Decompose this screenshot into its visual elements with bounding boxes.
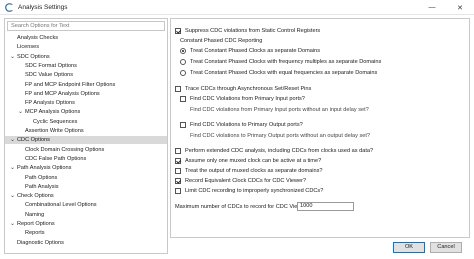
search-input[interactable]	[7, 21, 165, 31]
tree-item-label: Combinational Level Options	[25, 202, 97, 209]
tree-item[interactable]: Path Options	[5, 174, 167, 182]
tree-item-label: Clock Domain Crossing Options	[25, 146, 105, 153]
assume-one-muxed-label: Assume only one muxed clock can be activ…	[185, 158, 322, 164]
chevron-down-icon[interactable]: ⌄	[9, 192, 16, 200]
tree-item[interactable]: ⌄ SDC Options	[5, 53, 167, 61]
minimize-button[interactable]: —	[424, 2, 440, 13]
tree-item[interactable]: Cyclic Sequences	[5, 118, 167, 126]
trace-cdcs-label: Trace CDCs through Asynchronous Set/Rese…	[185, 86, 312, 92]
tree-item[interactable]: Path Analysis	[5, 183, 167, 191]
tree-item[interactable]: Clock Domain Crossing Options	[5, 146, 167, 154]
treat-muxed-checkbox[interactable]	[175, 168, 181, 174]
tree-item-label: SDC Value Options	[25, 72, 74, 79]
tree-item[interactable]: ⌄ Check Options	[5, 192, 167, 200]
tree-item[interactable]: SDC Format Options	[5, 62, 167, 70]
treat-muxed-label: Treat the output of muxed clocks as sepa…	[185, 168, 323, 174]
tree-item-label: SDC Options	[17, 53, 50, 60]
options-tree-panel: Analysis ChecksLicenses⌄SDC OptionsSDC F…	[4, 18, 168, 254]
ok-button[interactable]: OK	[393, 242, 425, 253]
tree-item[interactable]: FP and MCP Endpoint Filter Options	[5, 81, 167, 89]
input-ports-note: Find CDC violations from Primary Input p…	[190, 107, 369, 113]
radio-label-2: Treat Constant Phased Clocks with freque…	[190, 59, 382, 65]
tree-item-label: Check Options	[17, 193, 54, 200]
tree-item[interactable]: ⌄ Path Analysis Options	[5, 164, 167, 172]
suppress-cdc-label: Suppress CDC violations from Static Cont…	[185, 28, 321, 34]
radio-label-1: Treat Constant Phased Clocks as separate…	[190, 48, 321, 54]
tree-item-label: CDC False Path Options	[25, 155, 87, 162]
radio-button-2[interactable]	[180, 59, 186, 65]
chevron-down-icon[interactable]: ⌄	[9, 164, 16, 172]
tree-item-label: Licenses	[17, 44, 40, 51]
tree-item[interactable]: Diagnostic Options	[5, 239, 167, 247]
tree-item-label: Naming	[25, 211, 45, 218]
cancel-button[interactable]: Cancel	[430, 242, 462, 253]
chevron-down-icon[interactable]: ⌄	[9, 53, 16, 61]
find-output-ports-checkbox[interactable]	[180, 122, 186, 128]
chevron-down-icon[interactable]: ⌄	[9, 220, 16, 228]
extended-cdc-label: Perform extended CDC analysis, including…	[185, 148, 374, 154]
find-input-ports-checkbox[interactable]	[180, 96, 186, 102]
max-cdcs-input[interactable]: 1000	[297, 202, 354, 211]
tree-item[interactable]: Assertion Write Options	[5, 127, 167, 135]
radio-button-1[interactable]	[180, 48, 186, 54]
app-logo-icon	[5, 3, 14, 12]
tree-item-label: FP Analysis Options	[25, 100, 75, 107]
window-title: Analysis Settings	[18, 4, 68, 11]
tree-item[interactable]: FP and MCP Analysis Options	[5, 90, 167, 98]
tree-item-label: SDC Format Options	[25, 62, 77, 69]
output-ports-note: Find CDC violations to Primary Output po…	[190, 133, 371, 139]
tree-item[interactable]: ⌄ Report Options	[5, 220, 167, 228]
max-cdcs-label: Maximum number of CDCs to record for CDC…	[175, 204, 308, 210]
tree-item[interactable]: Combinational Level Options	[5, 201, 167, 209]
tree-item-label: Analysis Checks	[17, 35, 59, 41]
trace-cdcs-checkbox[interactable]	[175, 86, 181, 92]
tree-item-label: Diagnostic Options	[17, 239, 64, 246]
tree-item-label: Cyclic Sequences	[33, 118, 78, 125]
settings-panel: Suppress CDC violations from Static Cont…	[170, 18, 470, 238]
find-input-ports-label: Find CDC Violations from Primary Input p…	[190, 96, 305, 102]
tree-item[interactable]: Naming	[5, 211, 167, 219]
tree-item[interactable]: CDC False Path Options	[5, 155, 167, 163]
record-equivalent-checkbox[interactable]	[175, 178, 181, 184]
tree-item-label: MCP Analysis Options	[25, 109, 81, 116]
title-bar: Analysis Settings — ✕	[0, 0, 474, 15]
tree-item-label: Assertion Write Options	[25, 128, 84, 134]
extended-cdc-checkbox[interactable]	[175, 148, 181, 154]
radio-label-3: Treat Constant Phased Clocks with equal …	[190, 70, 378, 76]
limit-cdc-label: Limit CDC recording to improperly synchr…	[185, 188, 324, 194]
tree-item-label: FP and MCP Analysis Options	[25, 90, 100, 97]
tree-item-label: CDC Options	[17, 137, 50, 144]
tree-item[interactable]: Reports	[5, 229, 167, 237]
tree-item[interactable]: Licenses	[5, 43, 167, 51]
tree-item[interactable]: Analysis Checks	[5, 34, 167, 42]
record-equivalent-label: Record Equivalent Clock CDCs for CDC Vie…	[185, 178, 307, 184]
suppress-cdc-checkbox[interactable]	[175, 28, 181, 34]
chevron-down-icon[interactable]: ⌄	[17, 108, 24, 116]
tree-item-label: Reports	[25, 230, 45, 237]
tree-item[interactable]: ⌄ MCP Analysis Options	[5, 108, 167, 116]
tree-item[interactable]: ⌄ CDC Options	[5, 136, 167, 145]
chevron-down-icon[interactable]: ⌄	[9, 136, 16, 144]
radio-button-3[interactable]	[180, 70, 186, 76]
assume-one-muxed-checkbox[interactable]	[175, 158, 181, 164]
limit-cdc-checkbox[interactable]	[175, 188, 181, 194]
find-output-ports-label: Find CDC Violations to Primary Output po…	[190, 122, 303, 128]
tree-item-label: Report Options	[17, 221, 55, 227]
tree-item[interactable]: FP Analysis Options	[5, 99, 167, 107]
tree-item-label: Path Analysis	[25, 183, 59, 190]
tree-item-label: Path Analysis Options	[17, 165, 72, 172]
phased-group-title: Constant Phased CDC Reporting	[180, 38, 263, 44]
tree-item-label: FP and MCP Endpoint Filter Options	[25, 81, 116, 88]
tree-item[interactable]: SDC Value Options	[5, 71, 167, 79]
close-button[interactable]: ✕	[452, 2, 468, 13]
tree-item-label: Path Options	[25, 174, 58, 181]
